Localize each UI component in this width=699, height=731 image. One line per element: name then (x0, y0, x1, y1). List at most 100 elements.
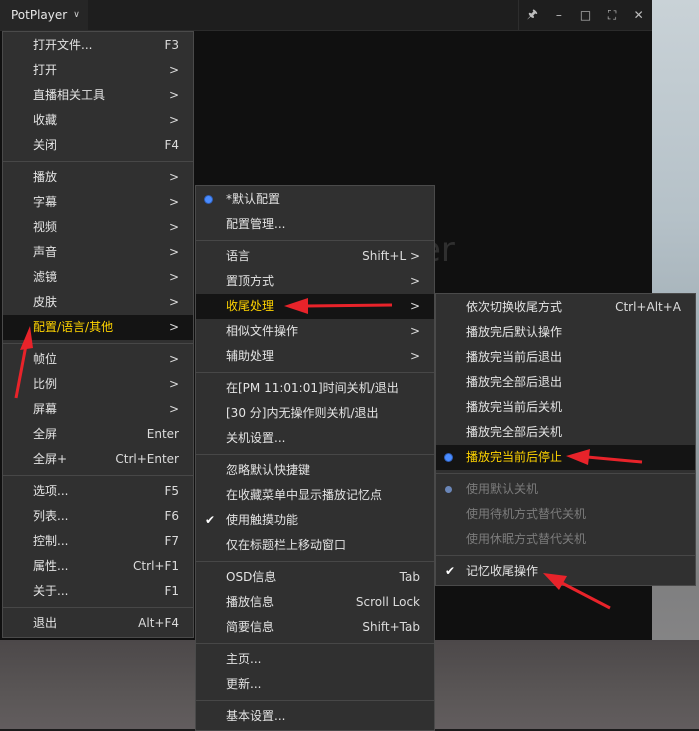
menu-item-config-language-other[interactable]: 配置/语言/其他 > (3, 315, 193, 340)
menu-item-default-shutdown[interactable]: 使用默认关机 (436, 477, 695, 502)
menu-item-aspect-ratio[interactable]: 比例 > (3, 372, 193, 397)
menu-item-move-titlebar-only[interactable]: 仅在标题栏上移动窗口 (196, 533, 434, 558)
submenu-arrow: > (409, 274, 420, 288)
menu-separator (3, 475, 193, 476)
end-processing-submenu: 依次切换收尾方式 Ctrl+Alt+A 播放完后默认操作 播放完当前后退出 播放完… (435, 293, 696, 586)
submenu-arrow: > (168, 320, 179, 334)
menu-item-label: 字幕 (33, 195, 58, 209)
radio-selected-icon (445, 454, 452, 461)
menu-item-playback[interactable]: 播放 > (3, 165, 193, 190)
menu-item-label: OSD信息 (226, 570, 277, 584)
pin-icon[interactable]: 🖈 (521, 5, 543, 26)
menu-item-shortcut: F3 (164, 38, 179, 52)
menu-item-label: 更新... (226, 677, 262, 691)
maximize-icon[interactable]: ⛶ (601, 8, 623, 23)
menu-item-label: 打开 (33, 63, 58, 77)
menu-item-cycle-end-mode[interactable]: 依次切换收尾方式 Ctrl+Alt+A (436, 295, 695, 320)
menu-item-assist[interactable]: 辅助处理 > (196, 344, 434, 369)
menu-separator (196, 454, 434, 455)
menu-item-remember-end-action[interactable]: ✔ 记忆收尾操作 (436, 559, 695, 584)
minimize-icon[interactable]: – (548, 8, 570, 22)
window-controls: 🖈 – □ ⛶ ✕ (518, 0, 652, 30)
menu-item-close[interactable]: 关闭 F4 (3, 133, 193, 158)
menu-item-on-top-mode[interactable]: 置顶方式 > (196, 269, 434, 294)
menu-item-shortcut: Enter (146, 427, 179, 441)
restore-icon[interactable]: □ (574, 8, 596, 22)
menu-item-favorites[interactable]: 收藏 > (3, 108, 193, 133)
menu-item-playlist[interactable]: 列表... F6 (3, 504, 193, 529)
menu-item-show-bookmarks[interactable]: 在收藏菜单中显示播放记忆点 (196, 483, 434, 508)
menu-item-label: 播放完后默认操作 (466, 325, 563, 339)
menu-item-touch-function[interactable]: ✔ 使用触摸功能 (196, 508, 434, 533)
menu-item-live-tools[interactable]: 直播相关工具 > (3, 83, 193, 108)
menu-item-osd-info[interactable]: OSD信息 Tab (196, 565, 434, 590)
menu-item-shortcut: F1 (164, 584, 179, 598)
menu-item-filters[interactable]: 滤镜 > (3, 265, 193, 290)
menu-item-exit-after-all[interactable]: 播放完全部后退出 (436, 370, 695, 395)
menu-item-open-file[interactable]: 打开文件... F3 (3, 33, 193, 58)
menu-item-similar-files[interactable]: 相似文件操作 > (196, 319, 434, 344)
menu-item-update[interactable]: 更新... (196, 672, 434, 697)
title-bar: PotPlayer ∨ 🖈 – □ ⛶ ✕ (0, 0, 652, 31)
menu-item-open[interactable]: 打开 > (3, 58, 193, 83)
menu-item-label: 在[PM 11:01:01]时间关机/退出 (226, 381, 399, 395)
checkmark-icon: ✔ (445, 564, 456, 578)
menu-item-label: 配置管理... (226, 217, 286, 231)
menu-item-shortcut: Shift+Tab (362, 620, 420, 634)
menu-item-playback-info[interactable]: 播放信息 Scroll Lock (196, 590, 434, 615)
menu-item-properties[interactable]: 属性... Ctrl+F1 (3, 554, 193, 579)
menu-item-profile-manage[interactable]: 配置管理... (196, 212, 434, 237)
menu-item-hibernate-instead[interactable]: 使用休眠方式替代关机 (436, 527, 695, 552)
menu-item-fullscreen[interactable]: 全屏 Enter (3, 422, 193, 447)
menu-item-exit-after-current[interactable]: 播放完当前后退出 (436, 345, 695, 370)
menu-separator (3, 161, 193, 162)
menu-item-fullscreen-plus[interactable]: 全屏+ Ctrl+Enter (3, 447, 193, 472)
menu-item-shutdown-after-current[interactable]: 播放完当前后关机 (436, 395, 695, 420)
menu-item-basic-settings[interactable]: 基本设置... (196, 704, 434, 729)
menu-item-stop-after-current[interactable]: 播放完当前后停止 (436, 445, 695, 470)
menu-item-label: 皮肤 (33, 295, 58, 309)
menu-item-default-profile[interactable]: *默认配置 (196, 187, 434, 212)
menu-item-homepage[interactable]: 主页... (196, 647, 434, 672)
menu-separator (3, 343, 193, 344)
menu-item-about[interactable]: 关于... F1 (3, 579, 193, 604)
menu-item-audio[interactable]: 声音 > (3, 240, 193, 265)
menu-item-default-after-play[interactable]: 播放完后默认操作 (436, 320, 695, 345)
app-menu-button[interactable]: PotPlayer ∨ (0, 0, 88, 30)
menu-item-end-processing[interactable]: 收尾处理 > (196, 294, 434, 319)
menu-item-brief-info[interactable]: 简要信息 Shift+Tab (196, 615, 434, 640)
main-context-menu: 打开文件... F3 打开 > 直播相关工具 > 收藏 > 关闭 F4 播放 > 字幕 > 视… (2, 31, 194, 638)
menu-item-label: 屏幕 (33, 402, 58, 416)
menu-item-options[interactable]: 选项... F5 (3, 479, 193, 504)
close-icon[interactable]: ✕ (628, 8, 650, 22)
menu-item-label: 辅助处理 (226, 349, 275, 363)
menu-item-standby-instead[interactable]: 使用待机方式替代关机 (436, 502, 695, 527)
menu-item-subtitles[interactable]: 字幕 > (3, 190, 193, 215)
menu-item-video[interactable]: 视频 > (3, 215, 193, 240)
submenu-arrow: > (168, 195, 179, 209)
menu-item-control[interactable]: 控制... F7 (3, 529, 193, 554)
menu-item-label: 播放完全部后退出 (466, 375, 563, 389)
menu-item-ignore-default-hotkeys[interactable]: 忽略默认快捷键 (196, 458, 434, 483)
menu-item-exit[interactable]: 退出 Alt+F4 (3, 611, 193, 636)
submenu-arrow: > (409, 349, 420, 363)
menu-item-shortcut: Scroll Lock (355, 595, 420, 609)
submenu-arrow: > (168, 245, 179, 259)
menu-item-shutdown-after-all[interactable]: 播放完全部后关机 (436, 420, 695, 445)
menu-item-shutdown-at-time[interactable]: 在[PM 11:01:01]时间关机/退出 (196, 376, 434, 401)
menu-item-label: 主页... (226, 652, 262, 666)
menu-item-label: 使用待机方式替代关机 (466, 507, 587, 521)
menu-item-language[interactable]: 语言 Shift+L > (196, 244, 434, 269)
menu-separator (196, 700, 434, 701)
menu-item-shutdown-idle[interactable]: [30 分]内无操作则关机/退出 (196, 401, 434, 426)
menu-item-skins[interactable]: 皮肤 > (3, 290, 193, 315)
menu-item-screen[interactable]: 屏幕 > (3, 397, 193, 422)
menu-separator (196, 643, 434, 644)
menu-item-label: 依次切换收尾方式 (466, 300, 563, 314)
radio-selected-icon (205, 196, 212, 203)
submenu-arrow: > (168, 402, 179, 416)
menu-item-shutdown-settings[interactable]: 关机设置... (196, 426, 434, 451)
menu-item-label: 播放 (33, 170, 58, 184)
menu-item-label: 属性... (33, 559, 69, 573)
menu-item-frame[interactable]: 帧位 > (3, 347, 193, 372)
